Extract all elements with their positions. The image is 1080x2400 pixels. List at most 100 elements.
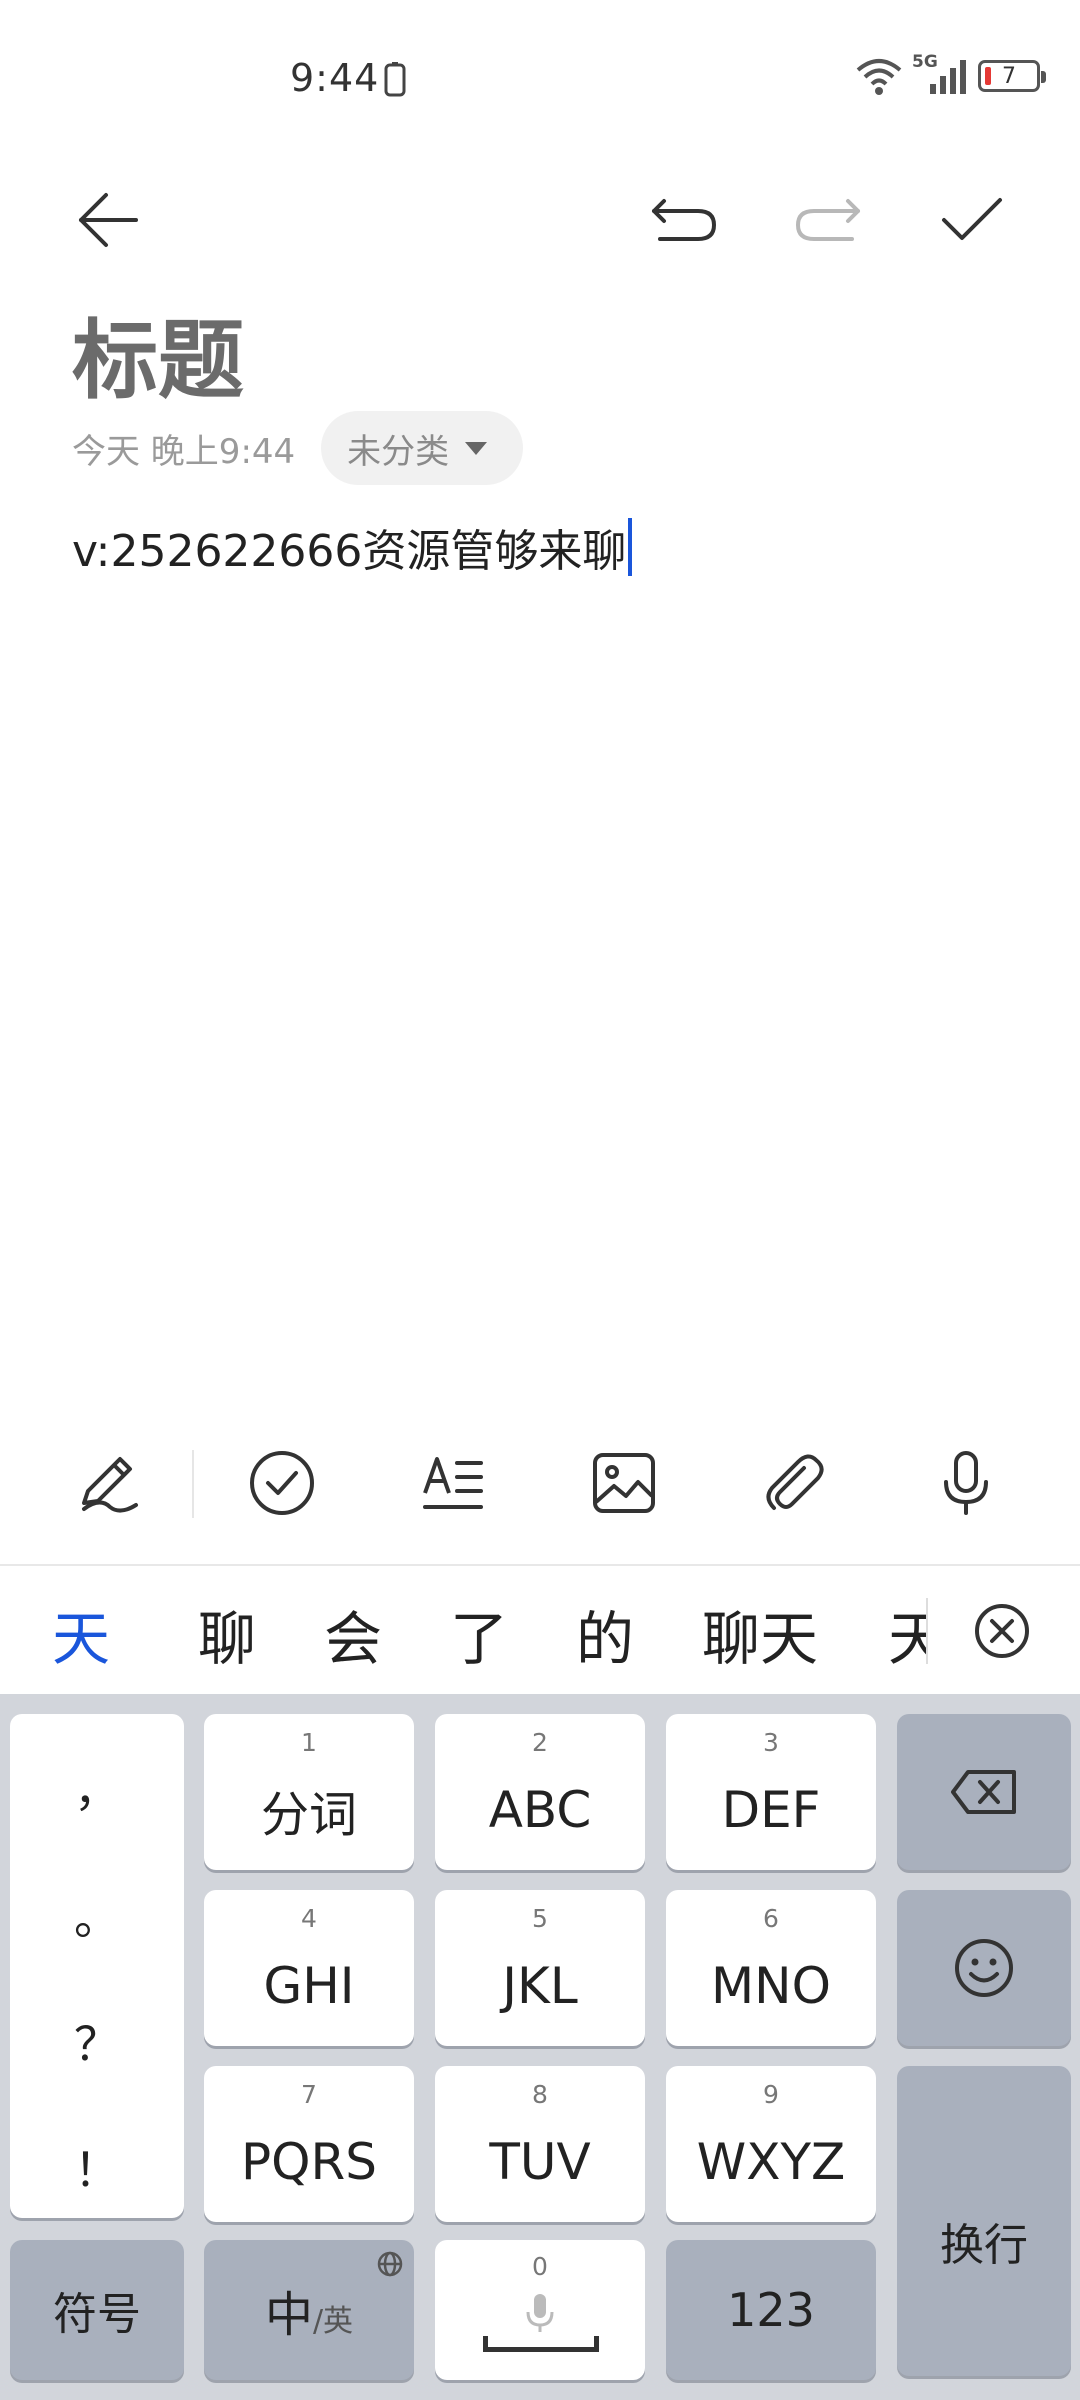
- caret-down-icon: [465, 441, 488, 455]
- candidate-divider: [926, 1598, 928, 1664]
- signal-bars-icon: [930, 60, 966, 94]
- punctuation-column[interactable]: ， 。 ？ ！: [10, 1714, 184, 2218]
- language-switch-key[interactable]: 中 /英: [204, 2240, 414, 2380]
- punct-question-key[interactable]: ？: [10, 2008, 184, 2074]
- check-icon: [942, 198, 1002, 240]
- language-main: 中: [264, 2287, 313, 2343]
- space-bar-icon: [483, 2336, 599, 2352]
- language-sub: /英: [312, 2304, 354, 2339]
- space-key[interactable]: 0: [435, 2240, 645, 2380]
- enter-key[interactable]: 换行: [897, 2066, 1071, 2376]
- candidate-item[interactable]: 天: [52, 1592, 110, 1676]
- ime-candidate-bar: 天 聊 会 了 的 聊天 天: [0, 1564, 1080, 1694]
- candidate-item[interactable]: 聊天: [702, 1592, 818, 1676]
- key-5-jkl[interactable]: 5 JKL: [435, 1890, 645, 2046]
- candidate-list: 天 聊 会 了 的 聊天 天: [0, 1566, 928, 1696]
- key-3-def[interactable]: 3 DEF: [666, 1714, 876, 1870]
- wifi-icon: [856, 59, 902, 95]
- back-arrow-icon: [79, 193, 138, 247]
- key-2-abc[interactable]: 2 ABC: [435, 1714, 645, 1870]
- note-title[interactable]: 标题: [72, 290, 244, 415]
- language-label: 中 /英: [265, 2275, 353, 2345]
- checklist-button[interactable]: [232, 1433, 332, 1533]
- attachment-button[interactable]: [745, 1433, 845, 1533]
- candidate-item[interactable]: 聊: [198, 1592, 256, 1676]
- phone-vibrate-icon: [384, 62, 406, 97]
- key-label: JKL: [502, 1957, 578, 2015]
- symbols-key-label: 符号: [53, 2289, 141, 2340]
- key-label: PQRS: [241, 2133, 377, 2191]
- collapse-candidates-button[interactable]: [952, 1581, 1052, 1681]
- key-number: 4: [301, 1904, 317, 1933]
- backspace-key[interactable]: [897, 1714, 1071, 1870]
- key-number: 3: [763, 1728, 779, 1757]
- back-button[interactable]: [58, 170, 158, 270]
- key-number: 2: [532, 1728, 548, 1757]
- text-format-button[interactable]: [403, 1433, 503, 1533]
- redo-icon: [795, 199, 860, 241]
- key-label: GHI: [263, 1957, 355, 2015]
- battery-level: 7: [1002, 63, 1016, 89]
- symbols-key[interactable]: 符号: [10, 2240, 184, 2380]
- note-body-text: v:252622666资源管够来聊: [72, 526, 627, 577]
- key-7-pqrs[interactable]: 7 PQRS: [204, 2066, 414, 2222]
- number-mode-key[interactable]: 123: [666, 2240, 876, 2380]
- image-icon: [593, 1453, 655, 1513]
- handwriting-button[interactable]: [58, 1433, 158, 1533]
- insert-image-button[interactable]: [574, 1433, 674, 1533]
- candidate-item[interactable]: 的: [576, 1592, 634, 1676]
- category-dropdown[interactable]: 未分类: [321, 411, 524, 485]
- key-label: ABC: [488, 1781, 592, 1839]
- key-label: WXYZ: [696, 2133, 846, 2191]
- punct-exclamation-key[interactable]: ！: [10, 2134, 184, 2200]
- key-9-wxyz[interactable]: 9 WXYZ: [666, 2066, 876, 2222]
- candidate-item[interactable]: 会: [324, 1592, 382, 1676]
- punct-comma-key[interactable]: ，: [10, 1754, 184, 1820]
- emoji-key[interactable]: [897, 1890, 1071, 2046]
- t9-keyboard: ， 。 ？ ！ 1 分词 2 ABC 3 DEF 4 GHI 5 JKL 6 M…: [0, 1694, 1080, 2400]
- battery-low-indicator: [985, 67, 991, 85]
- microphone-icon: [526, 2294, 554, 2332]
- note-meta: 今天 晚上9:44 未分类: [72, 410, 524, 486]
- text-format-icon: [423, 1457, 483, 1509]
- category-label: 未分类: [347, 431, 450, 472]
- text-cursor: [628, 518, 633, 576]
- note-toolbar: [0, 160, 1080, 290]
- candidate-item[interactable]: 天: [888, 1592, 928, 1676]
- done-button[interactable]: [922, 170, 1022, 270]
- key-number: 9: [763, 2080, 779, 2109]
- voice-input-button[interactable]: [916, 1433, 1016, 1533]
- microphone-icon: [944, 1451, 988, 1515]
- key-label: MNO: [711, 1957, 831, 2015]
- checklist-icon: [250, 1451, 314, 1515]
- status-indicators: 5G 7: [854, 52, 1046, 96]
- key-8-tuv[interactable]: 8 TUV: [435, 2066, 645, 2222]
- key-4-ghi[interactable]: 4 GHI: [204, 1890, 414, 2046]
- candidate-item[interactable]: 了: [450, 1592, 508, 1676]
- edit-toolbar: [0, 1408, 1080, 1558]
- redo-button[interactable]: [778, 170, 878, 270]
- key-6-mno[interactable]: 6 MNO: [666, 1890, 876, 2046]
- note-body-editor[interactable]: v:252622666资源管够来聊: [72, 515, 633, 579]
- enter-key-label: 换行: [940, 2220, 1028, 2271]
- key-number: 1: [301, 1728, 317, 1757]
- key-number: 5: [532, 1904, 548, 1933]
- toolbar-divider: [192, 1450, 194, 1518]
- attachment-icon: [766, 1454, 824, 1510]
- smiley-icon: [955, 1939, 1013, 1997]
- key-number: 6: [763, 1904, 779, 1933]
- number-mode-label: 123: [727, 2283, 815, 2337]
- status-bar: 9:44 5G 7: [0, 0, 1080, 160]
- key-1-segment[interactable]: 1 分词: [204, 1714, 414, 1870]
- cellular-signal: 5G: [912, 52, 970, 96]
- battery-icon: 7: [978, 60, 1046, 92]
- note-date: 今天 晚上9:44: [72, 431, 296, 472]
- undo-button[interactable]: [634, 170, 734, 270]
- key-label: TUV: [489, 2133, 591, 2191]
- key-number: 0: [532, 2252, 548, 2281]
- undo-icon: [652, 199, 717, 241]
- key-number: 8: [532, 2080, 548, 2109]
- punct-period-key[interactable]: 。: [10, 1882, 184, 1948]
- key-number: 7: [301, 2080, 317, 2109]
- backspace-icon: [951, 1770, 1016, 1814]
